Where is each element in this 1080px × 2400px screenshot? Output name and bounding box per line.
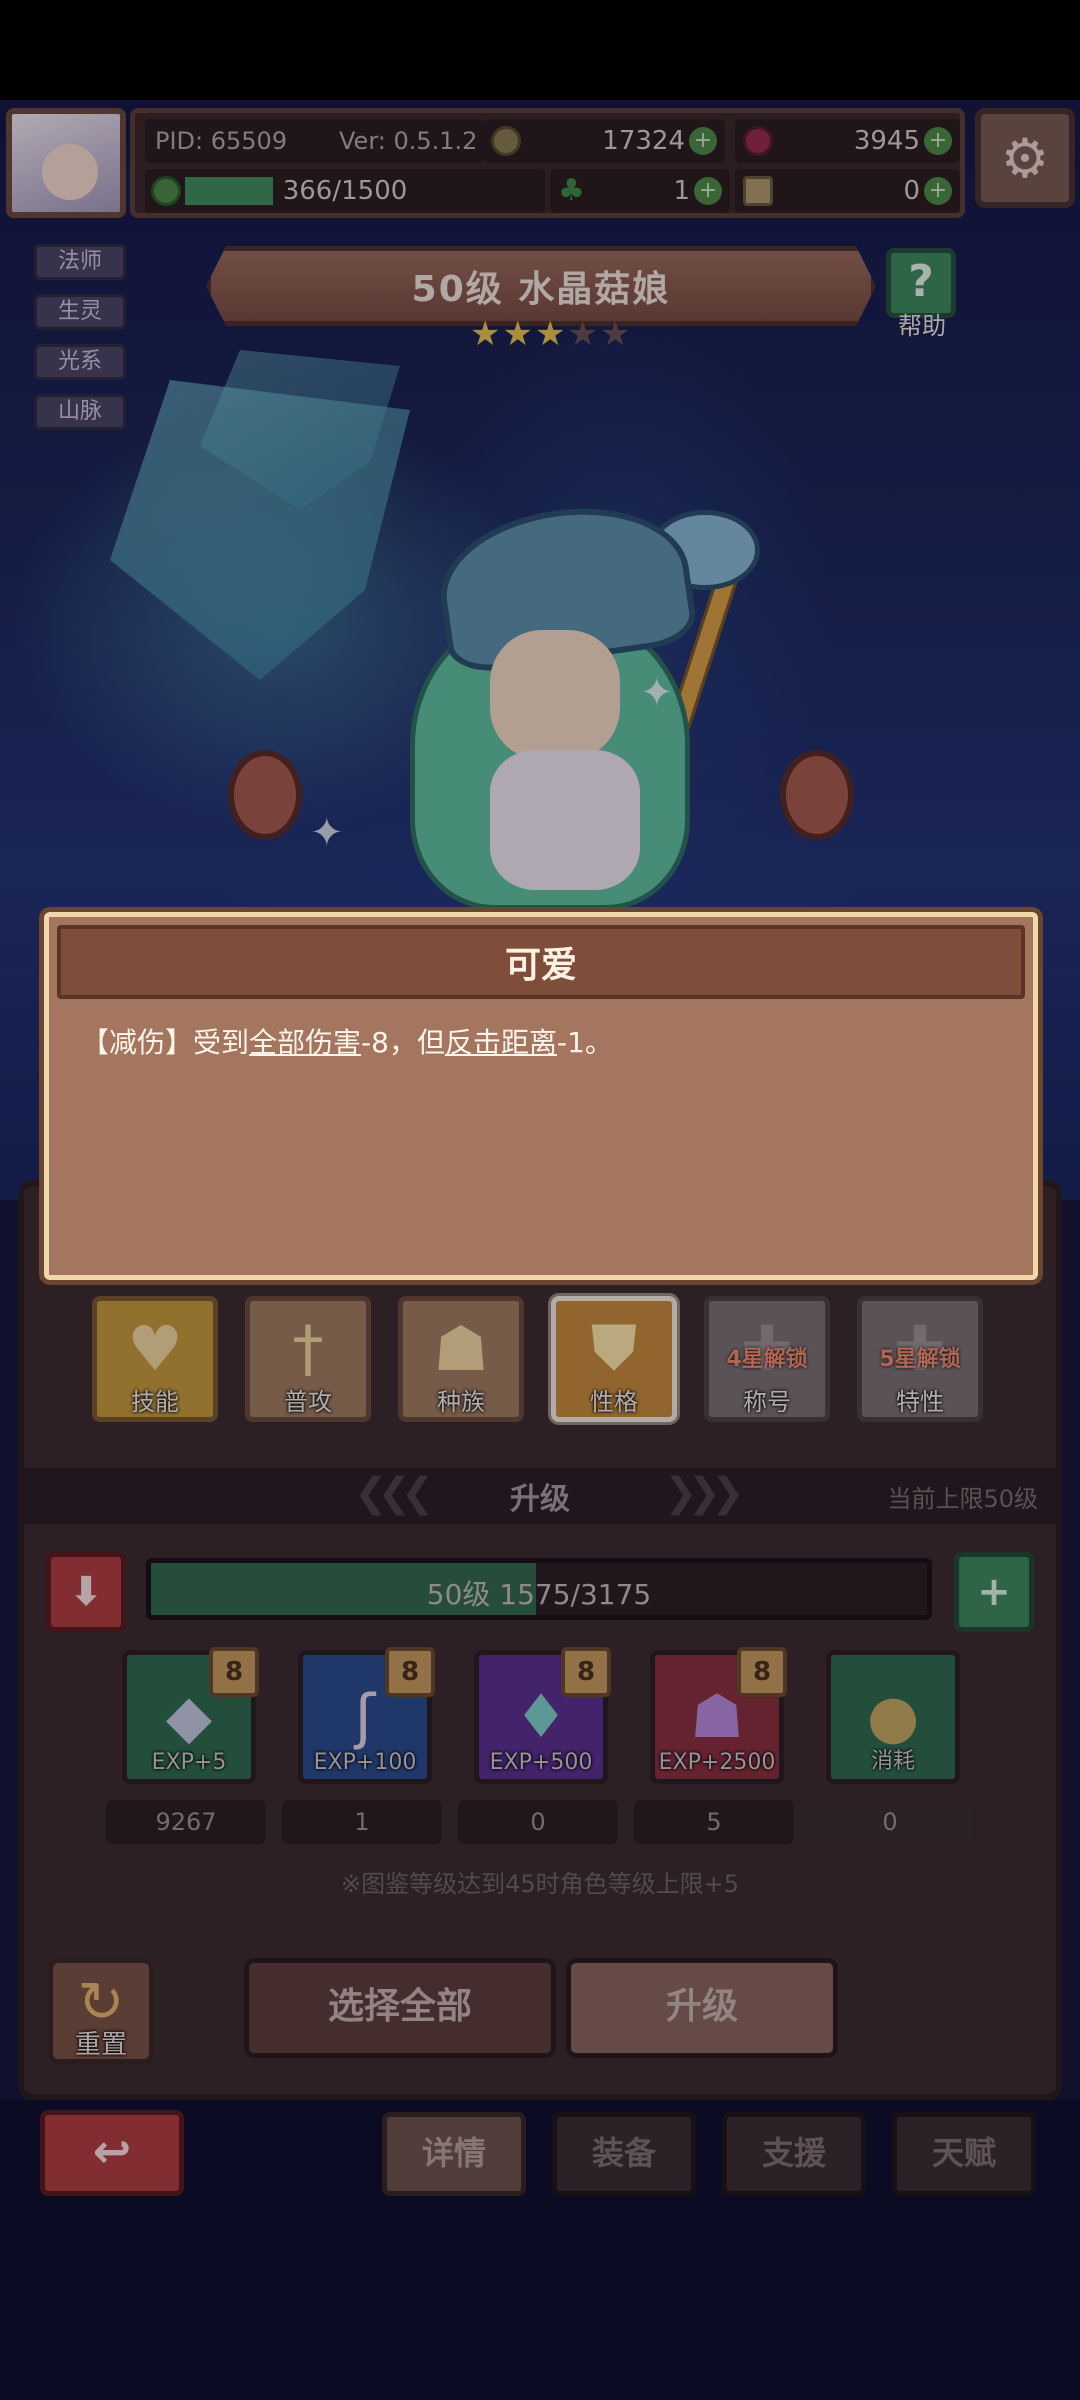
keyword-link[interactable]: 全部伤害 [249,1026,361,1059]
desc-text: 【减伤】受到 [81,1026,250,1059]
desc-text: -8，但 [361,1026,445,1059]
game-screen: ✦ ✦ PID: 65509 Ver: 0.5.1.2 17324 + 3945… [0,0,1080,2400]
keyword-link[interactable]: 反击距离 [445,1026,557,1059]
popup-title: 可爱 [504,945,577,986]
status-bar [0,0,1080,100]
trait-popup: 可爱 【减伤】受到全部伤害-8，但反击距离-1。 [44,912,1038,1280]
desc-text: -1。 [556,1026,613,1059]
popup-header: 可爱 [57,925,1025,999]
popup-description: 【减伤】受到全部伤害-8，但反击距离-1。 [81,1023,1009,1063]
